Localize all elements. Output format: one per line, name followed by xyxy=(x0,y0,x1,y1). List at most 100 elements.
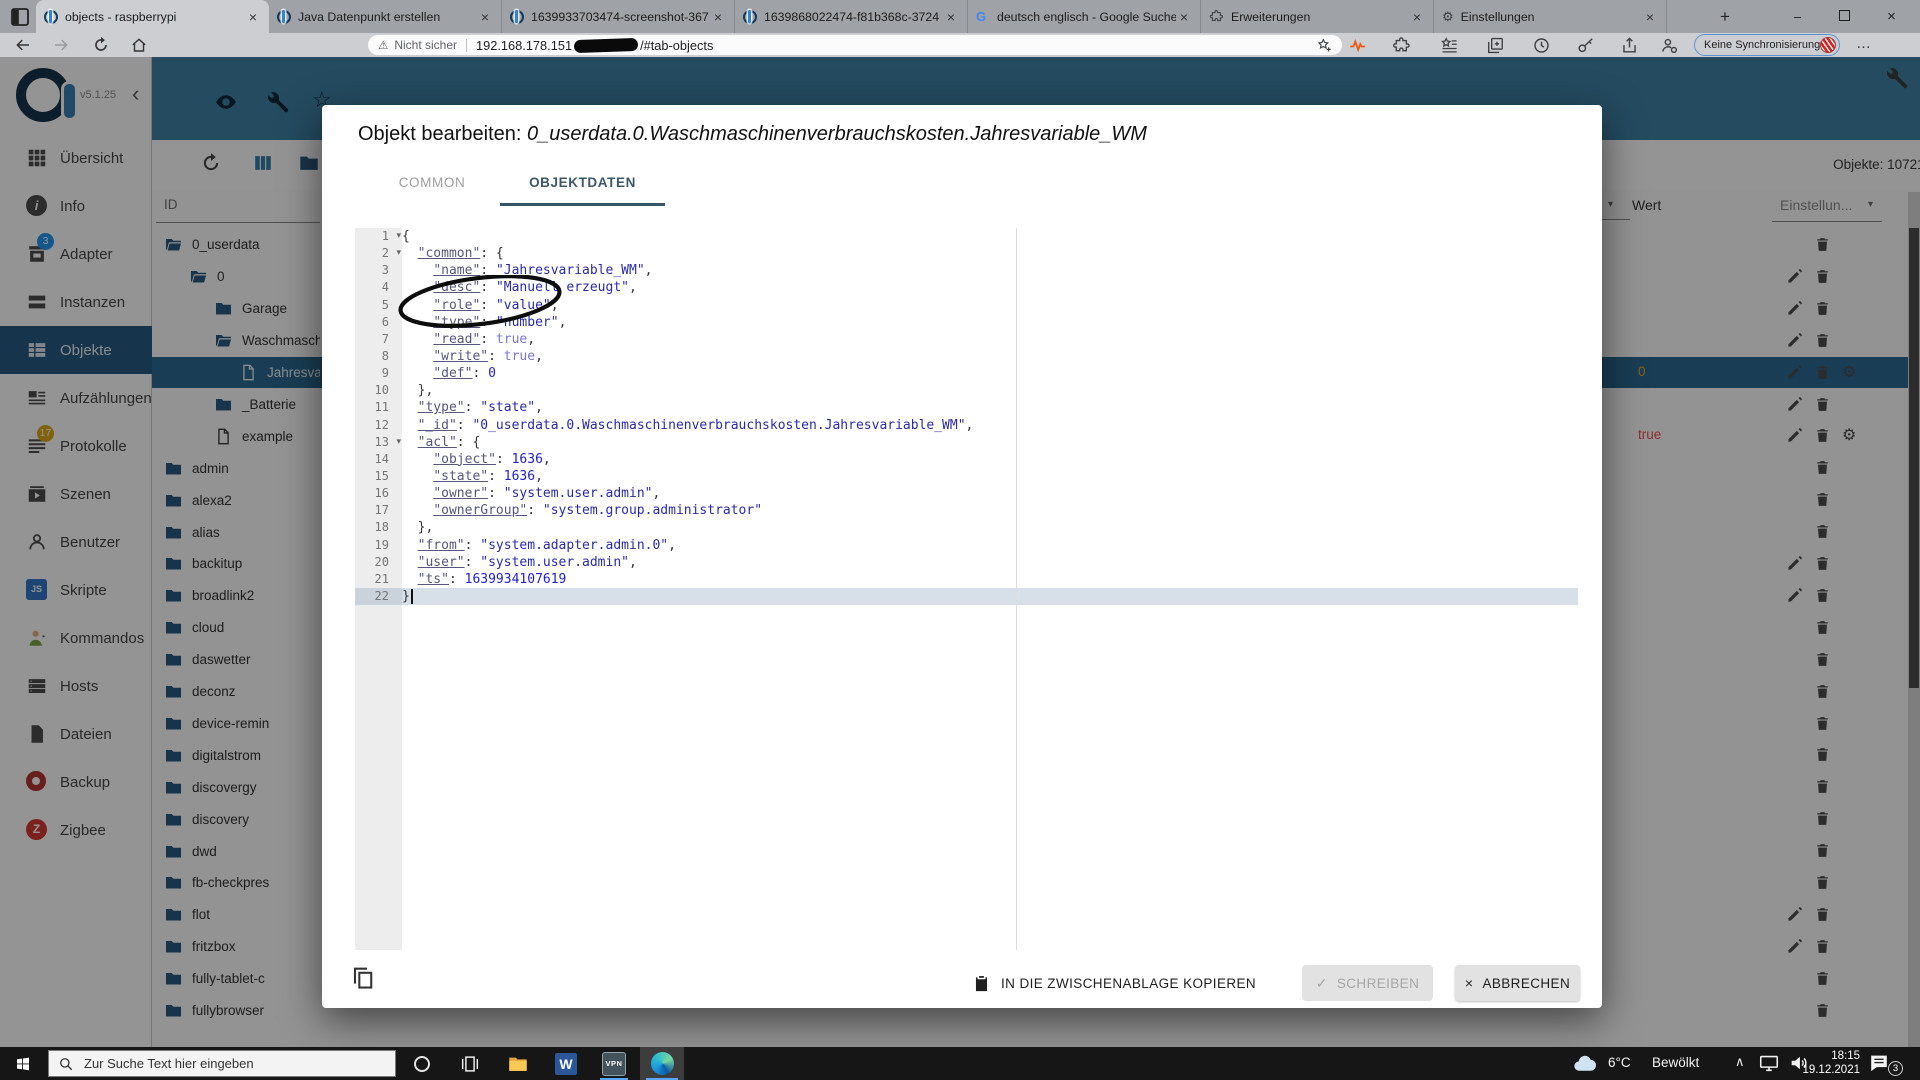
add-favorite-icon[interactable] xyxy=(1316,37,1332,53)
tray-chevron-up-icon[interactable]: ∧ xyxy=(1735,1054,1745,1070)
tab-actions-icon[interactable] xyxy=(8,5,32,29)
tab-close-icon[interactable]: × xyxy=(710,9,726,25)
write-button[interactable]: ✓ SCHREIBEN xyxy=(1302,965,1433,1001)
line-number: 10 xyxy=(375,383,389,397)
tab-close-icon[interactable]: × xyxy=(477,9,493,25)
tab-close-icon[interactable]: × xyxy=(1176,9,1192,25)
line-number: 3 xyxy=(382,263,389,277)
iobroker-favicon xyxy=(743,10,757,24)
line-number: 9 xyxy=(382,366,389,380)
back-icon[interactable] xyxy=(14,36,32,54)
code-line: "type": "number", xyxy=(402,314,1578,331)
cortana-button[interactable] xyxy=(400,1047,444,1080)
share-icon[interactable] xyxy=(1620,36,1639,55)
clipboard-icon xyxy=(972,974,991,993)
json-editor[interactable]: { "common": { "name": "Jahresvariable_WM… xyxy=(402,228,1578,605)
extensions-icon[interactable] xyxy=(1392,36,1411,55)
weather-temp[interactable]: 6°C xyxy=(1608,1055,1631,1070)
home-icon[interactable] xyxy=(130,36,148,54)
browser-essentials-icon[interactable] xyxy=(1348,36,1367,55)
fold-arrow-icon[interactable]: ▾ xyxy=(396,436,401,447)
tab-close-icon[interactable]: × xyxy=(245,9,261,25)
browser-tab[interactable]: Gdeutsch englisch - Google Suche× xyxy=(968,0,1201,33)
copy-icon-button[interactable] xyxy=(350,965,376,991)
fold-arrow-icon[interactable]: ▾ xyxy=(396,247,401,258)
tab-title: objects - raspberrypi xyxy=(65,10,245,24)
profile-settings-icon[interactable] xyxy=(1660,36,1679,55)
refresh-icon[interactable] xyxy=(92,36,110,54)
cancel-button[interactable]: × ABBRECHEN xyxy=(1455,965,1580,1001)
copy-button-label: IN DIE ZWISCHENABLAGE KOPIEREN xyxy=(1001,976,1256,991)
code-line: "ownerGroup": "system.group.administrato… xyxy=(402,502,1578,519)
line-number: 5 xyxy=(382,298,389,312)
weather-condition[interactable]: Bewölkt xyxy=(1652,1055,1699,1070)
notification-badge: 3 xyxy=(1888,1061,1903,1076)
minimize-button[interactable]: – xyxy=(1775,0,1820,33)
url-path: /#tab-objects xyxy=(640,38,713,53)
url-redaction-scribble xyxy=(574,37,638,52)
taskbar-search[interactable]: Zur Suche Text hier eingeben xyxy=(48,1050,396,1077)
code-line: "common": { xyxy=(402,245,1578,262)
tab-close-icon[interactable]: × xyxy=(943,9,959,25)
browser-tab[interactable]: 1639868022474-f81b368c-3724× xyxy=(735,0,968,33)
code-line: "role": "value", xyxy=(402,297,1578,314)
tab-title: Einstellungen xyxy=(1461,10,1642,24)
tab-close-icon[interactable]: × xyxy=(1642,9,1658,25)
file-explorer-button[interactable] xyxy=(496,1047,540,1080)
sync-status-button[interactable]: Keine Synchronisierung xyxy=(1694,34,1840,56)
weather-cloud-icon[interactable] xyxy=(1572,1051,1598,1077)
not-secure-warning-icon: ⚠ xyxy=(378,38,388,52)
browser-tab[interactable]: 1639933703474-screenshot-367× xyxy=(502,0,735,33)
collections-icon[interactable] xyxy=(1486,36,1505,55)
code-line: "type": "state", xyxy=(402,399,1578,416)
browser-tab[interactable]: Erweiterungen× xyxy=(1201,0,1434,33)
security-label: Nicht sicher xyxy=(394,38,457,52)
clock[interactable]: 18:15 19.12.2021 xyxy=(1796,1050,1860,1077)
word-icon: W xyxy=(555,1053,577,1075)
code-line: "_id": "0_userdata.0.Waschmaschinenverbr… xyxy=(402,417,1578,434)
browser-tab[interactable]: ⚙Einstellungen× xyxy=(1434,0,1667,33)
line-number: 11 xyxy=(375,400,389,414)
passwords-icon[interactable] xyxy=(1576,36,1595,55)
file-explorer-icon xyxy=(507,1053,529,1075)
notifications-icon[interactable] xyxy=(1868,1052,1890,1074)
browser-tab[interactable]: Java Datenpunkt erstellen× xyxy=(269,0,502,33)
code-line: "state": 1636, xyxy=(402,468,1578,485)
edge-button[interactable] xyxy=(640,1047,684,1080)
address-bar[interactable]: ⚠ Nicht sicher 192.168.178.151 /#tab-obj… xyxy=(368,35,1342,55)
browser-tab[interactable]: objects - raspberrypi× xyxy=(36,0,269,33)
time: 18:15 xyxy=(1796,1050,1860,1064)
network-icon[interactable] xyxy=(1758,1052,1780,1074)
new-tab-button[interactable]: + xyxy=(1712,4,1738,30)
line-number: 12 xyxy=(375,418,389,432)
line-number: 21 xyxy=(375,572,389,586)
code-line: "ts": 1639934107619 xyxy=(402,571,1578,588)
line-number: 4 xyxy=(382,280,389,294)
maximize-button[interactable] xyxy=(1822,0,1867,33)
history-icon[interactable] xyxy=(1532,36,1551,55)
cortana-icon xyxy=(414,1056,430,1072)
line-number: 16 xyxy=(375,486,389,500)
start-button[interactable] xyxy=(0,1047,46,1080)
cancel-button-label: ABBRECHEN xyxy=(1482,976,1570,991)
forward-icon[interactable] xyxy=(52,36,70,54)
task-view-button[interactable] xyxy=(448,1047,492,1080)
fold-arrow-icon[interactable]: ▾ xyxy=(396,230,401,241)
code-line: "write": true, xyxy=(402,348,1578,365)
browser-toolbar: ⚠ Nicht sicher 192.168.178.151 /#tab-obj… xyxy=(0,33,1920,57)
code-line: "object": 1636, xyxy=(402,451,1578,468)
maximize-icon xyxy=(1839,10,1850,21)
favorites-icon[interactable] xyxy=(1440,36,1459,55)
copy-to-clipboard-button[interactable]: IN DIE ZWISCHENABLAGE KOPIEREN xyxy=(972,965,1256,1001)
code-line: { xyxy=(402,228,1578,245)
line-number: 6 xyxy=(382,315,389,329)
browser-menu-icon[interactable]: … xyxy=(1856,35,1872,52)
tab-objektdaten[interactable]: OBJEKTDATEN xyxy=(500,163,665,203)
tab-close-icon[interactable]: × xyxy=(1409,9,1425,25)
tab-common[interactable]: COMMON xyxy=(372,163,492,203)
word-button[interactable]: W xyxy=(544,1047,588,1080)
close-window-button[interactable]: × xyxy=(1869,0,1914,33)
vpn-button[interactable]: VPN xyxy=(592,1047,636,1080)
write-button-label: SCHREIBEN xyxy=(1337,976,1419,991)
line-number: 13 xyxy=(375,435,389,449)
